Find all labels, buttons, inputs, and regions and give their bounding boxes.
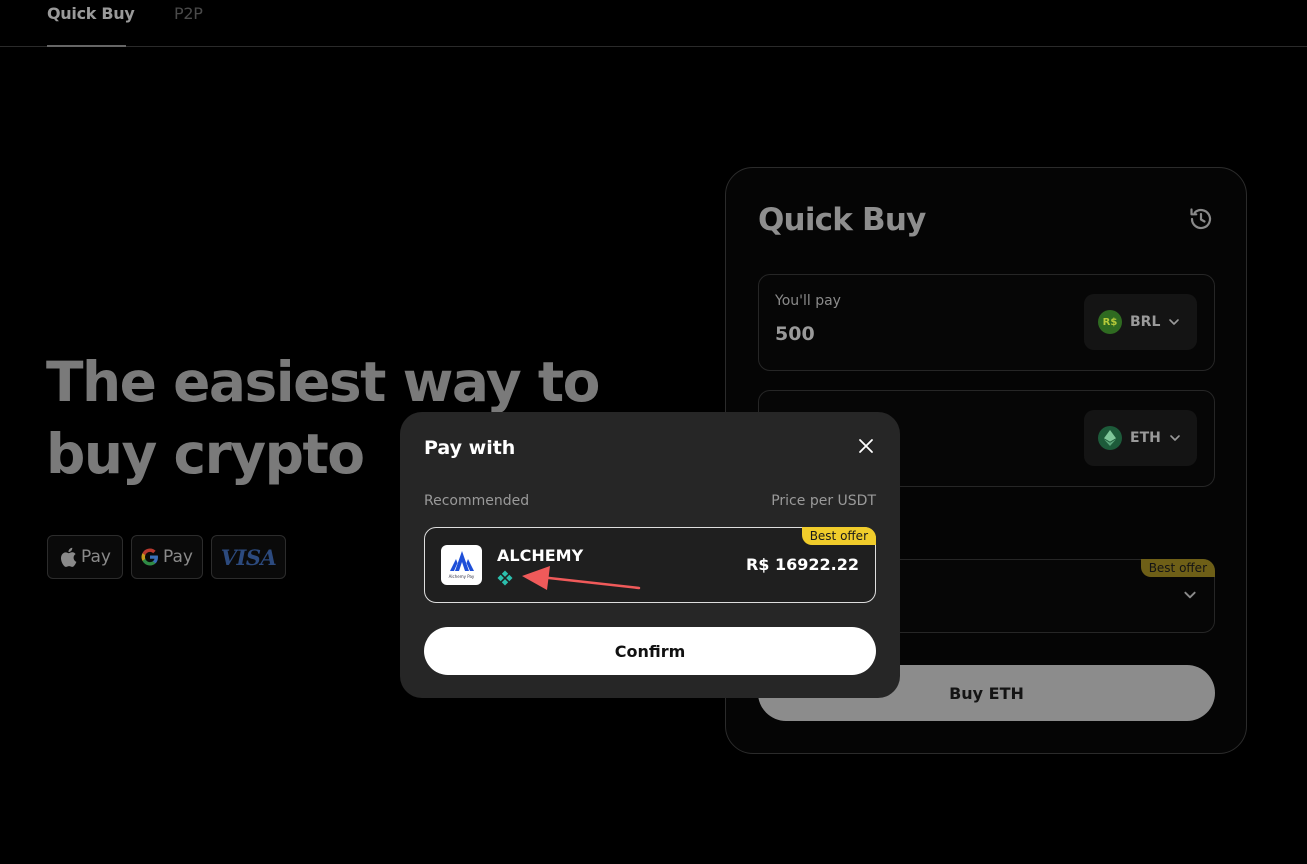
quick-buy-title: Quick Buy (758, 202, 926, 238)
google-pay-badge: Pay (131, 535, 203, 579)
pay-label: You'll pay (775, 293, 841, 309)
pay-amount-input[interactable]: 500 (775, 323, 815, 345)
brl-icon: R$ (1098, 310, 1122, 334)
active-tab-underline (47, 45, 126, 47)
tab-quick-buy-label: Quick Buy (47, 4, 135, 23)
tab-p2p-label: P2P (174, 4, 203, 23)
google-g-icon (141, 548, 159, 566)
alchemy-logo-caption: Alchemy Pay (448, 574, 475, 579)
modal-title: Pay with (424, 437, 516, 459)
receive-currency-select[interactable]: ETH (1084, 410, 1197, 466)
eth-icon (1098, 426, 1122, 450)
pay-currency-label: BRL (1130, 314, 1161, 330)
tab-p2p[interactable]: P2P (174, 4, 203, 23)
pix-icon (497, 570, 513, 586)
chevron-down-icon (1169, 319, 1180, 325)
best-offer-badge: Best offer (801, 527, 876, 545)
best-offer-badge: Best offer (1140, 559, 1215, 577)
close-icon[interactable] (856, 436, 876, 456)
alchemy-logo-mark (449, 551, 474, 571)
chevron-down-icon (1184, 591, 1196, 599)
chevron-down-icon (1170, 435, 1180, 441)
confirm-button[interactable]: Confirm (424, 627, 876, 675)
payment-methods: Pay Pay VISA (47, 535, 286, 579)
hero-title-line1: The easiest way to (46, 350, 600, 414)
pay-with-modal: Pay with Recommended Price per USDT Best… (400, 412, 900, 698)
top-nav: Quick Buy P2P (0, 0, 1307, 47)
apple-icon (61, 547, 77, 567)
google-pay-label: Pay (163, 547, 193, 567)
price-per-usdt-label: Price per USDT (771, 493, 876, 509)
recommended-label: Recommended (424, 493, 530, 509)
offer-price: R$ 16922.22 (745, 555, 859, 574)
tab-quick-buy[interactable]: Quick Buy (47, 4, 135, 47)
offer-provider-name: ALCHEMY (497, 546, 584, 565)
history-icon[interactable] (1188, 206, 1214, 232)
pay-currency-select[interactable]: R$ BRL (1084, 294, 1197, 350)
alchemy-pay-logo: Alchemy Pay (441, 545, 482, 585)
receive-currency-label: ETH (1130, 430, 1161, 446)
visa-logo: VISA (220, 544, 277, 570)
pay-amount-field[interactable]: You'll pay 500 R$ BRL (758, 274, 1215, 371)
apple-pay-label: Pay (81, 547, 111, 567)
visa-badge: VISA (211, 535, 286, 579)
apple-pay-badge: Pay (47, 535, 123, 579)
provider-offer-alchemy[interactable]: Best offer Alchemy Pay ALCHEMY R$ 16922.… (424, 527, 876, 603)
